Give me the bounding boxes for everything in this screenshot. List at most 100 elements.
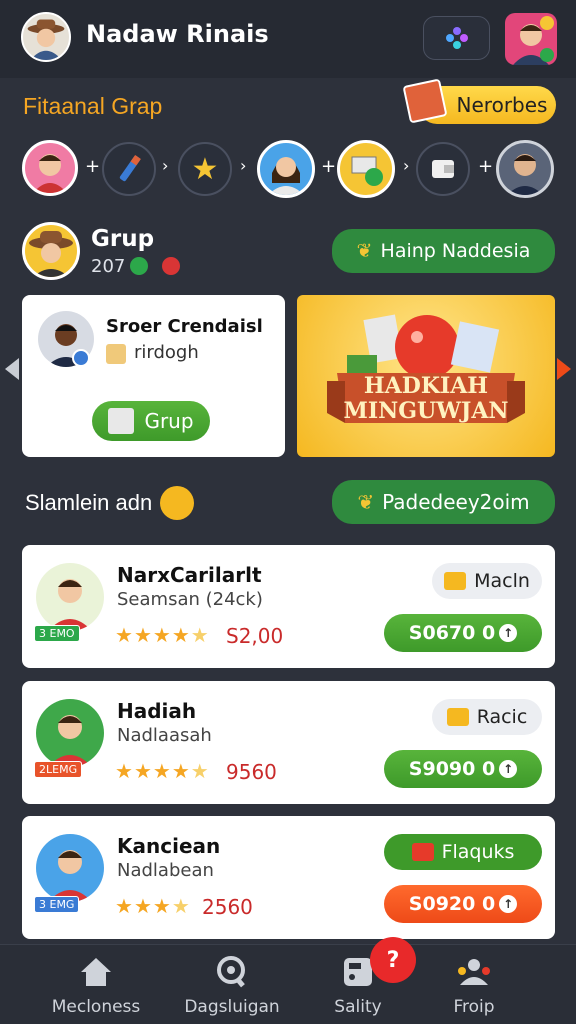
- nav-label: Sality: [334, 997, 382, 1017]
- card-button-label: Grup: [144, 409, 194, 433]
- nav-label: Froip: [453, 997, 495, 1017]
- item-title: NarxCarilarlt: [117, 563, 262, 587]
- pencil-icon[interactable]: [102, 142, 156, 196]
- avatar-chain: + › ★ › + › +: [0, 140, 576, 198]
- wallet-icon[interactable]: [416, 142, 470, 196]
- half-star-icon: ★: [190, 623, 210, 647]
- list-item[interactable]: 3 EMO NarxCarilarlt Seamsan (24ck) ★★★★★…: [22, 545, 555, 668]
- item-badge-label: Racic: [476, 706, 528, 728]
- padedeey-button[interactable]: ❦ Padedeey2oim: [332, 480, 555, 524]
- wheat-icon: ❦: [356, 240, 373, 262]
- item-avatar: [36, 834, 104, 902]
- star-icon: ★: [171, 759, 191, 783]
- plus-icon: +: [85, 156, 101, 177]
- menu-button[interactable]: [423, 16, 490, 60]
- item-subtitle: Nadlabean: [117, 860, 214, 881]
- profile-thumbnail[interactable]: [505, 13, 557, 65]
- wheat-icon: ❦: [357, 490, 375, 514]
- star-icon[interactable]: ★: [178, 142, 232, 196]
- dice-icon: [106, 344, 126, 364]
- chain-avatar[interactable]: [257, 140, 315, 198]
- user-name: Nadaw Rinais: [86, 20, 269, 48]
- star-icon: ★: [133, 623, 153, 647]
- nav-item-froip[interactable]: Froip: [406, 955, 542, 1017]
- promo-line1: HADKIAH: [363, 373, 489, 399]
- search-icon: [217, 956, 245, 988]
- item-badge[interactable]: Flaquks: [384, 834, 542, 870]
- money-icon[interactable]: [337, 140, 395, 198]
- chevron-right-icon: ›: [403, 156, 410, 175]
- star-icon: ★: [171, 623, 191, 647]
- group-name: Grup: [91, 226, 155, 252]
- list-item[interactable]: 3 EMG Kanciean Nadlabean ★★★★ 2560 Flaqu…: [22, 816, 555, 939]
- item-price-label: S9090 0: [408, 758, 496, 780]
- item-badge-label: Flaquks: [441, 841, 515, 863]
- chevron-right-icon: ›: [240, 156, 247, 175]
- section2-title: Slamlein adn: [25, 490, 153, 515]
- item-subtitle: Nadlaasah: [117, 725, 212, 746]
- item-price-button[interactable]: S0670 0 ↑: [384, 614, 542, 652]
- promo-line2: MINGUWJAN: [343, 398, 509, 424]
- item-rating-value: 9560: [226, 760, 277, 784]
- carousel-left-arrow[interactable]: [5, 358, 19, 380]
- item-badge[interactable]: Macln: [432, 563, 542, 599]
- padedeey-label: Padedeey2oim: [382, 490, 530, 514]
- chevron-right-icon: ›: [162, 156, 169, 175]
- item-price-label: S0920 0: [408, 893, 496, 915]
- item-title: Kanciean: [117, 834, 221, 858]
- item-tag-label: 3 EMG: [39, 898, 75, 911]
- verified-icon: [72, 349, 90, 367]
- star-icon: ★: [133, 759, 153, 783]
- half-star-icon: ★: [171, 894, 191, 918]
- item-tag: 3 EMO: [34, 625, 80, 642]
- star-icon: ★: [133, 894, 153, 918]
- tag-icon: [446, 708, 469, 726]
- star-icon: ★: [152, 623, 172, 647]
- badge-label: Nerorbes: [456, 93, 548, 117]
- plus-icon: +: [478, 156, 494, 177]
- item-badge[interactable]: Racic: [432, 699, 542, 735]
- hainp-button[interactable]: ❦ Hainp Naddesia: [332, 229, 555, 273]
- item-badge-label: Macln: [474, 570, 530, 592]
- send-icon: [411, 843, 434, 861]
- badge-icon: [162, 257, 180, 275]
- item-title: Hadiah: [117, 699, 197, 723]
- item-subtitle: Seamsan (24ck): [117, 589, 263, 610]
- item-price-label: S0670 0: [408, 622, 496, 644]
- group-avatar[interactable]: [22, 222, 80, 280]
- item-price-button[interactable]: S9090 0 ↑: [384, 750, 542, 788]
- notification-badge[interactable]: ?: [370, 937, 416, 983]
- nav-item-search[interactable]: Dagsluigan: [164, 955, 300, 1017]
- item-tag-label: 2LEMG: [39, 763, 78, 776]
- card-grup-button[interactable]: Grup: [92, 401, 210, 441]
- nav-label: Dagsluigan: [184, 997, 280, 1017]
- info-icon: ↑: [499, 760, 518, 778]
- item-rating-stars: ★★★★: [115, 894, 191, 918]
- item-tag: 3 EMG: [34, 896, 80, 913]
- info-icon: ↑: [499, 624, 518, 642]
- globe-icon: [130, 257, 148, 275]
- carousel-right-arrow[interactable]: [557, 358, 571, 380]
- star-icon: ★: [152, 759, 172, 783]
- book-icon: [402, 78, 448, 124]
- item-price-button[interactable]: S0920 0 ↑: [384, 885, 542, 923]
- nav-item-home[interactable]: Mecloness: [28, 955, 164, 1017]
- section-title: Fitaanal Grap: [23, 93, 163, 119]
- plus-icon: +: [321, 156, 337, 177]
- chain-avatar[interactable]: [496, 140, 554, 198]
- coin-icon: [160, 486, 194, 520]
- profile-card[interactable]: Sroer Crendaisl rirdogh Grup: [22, 295, 285, 457]
- notification-badge-label: ?: [386, 947, 400, 973]
- star-icon: ★: [115, 759, 134, 783]
- half-star-icon: ★: [190, 759, 210, 783]
- item-avatar: [36, 699, 104, 767]
- item-rating-value: S2,00: [226, 624, 284, 648]
- star-icon: ★: [115, 894, 134, 918]
- user-avatar[interactable]: [21, 12, 71, 62]
- list-item[interactable]: 2LEMG Hadiah Nadlaasah ★★★★★ 9560 Racic …: [22, 681, 555, 804]
- hainp-label: Hainp Naddesia: [380, 240, 531, 262]
- item-avatar: [36, 563, 104, 631]
- promo-banner[interactable]: HADKIAH MINGUWJAN: [297, 295, 555, 457]
- chain-avatar[interactable]: [22, 140, 78, 196]
- card-name: Sroer Crendaisl: [106, 316, 263, 337]
